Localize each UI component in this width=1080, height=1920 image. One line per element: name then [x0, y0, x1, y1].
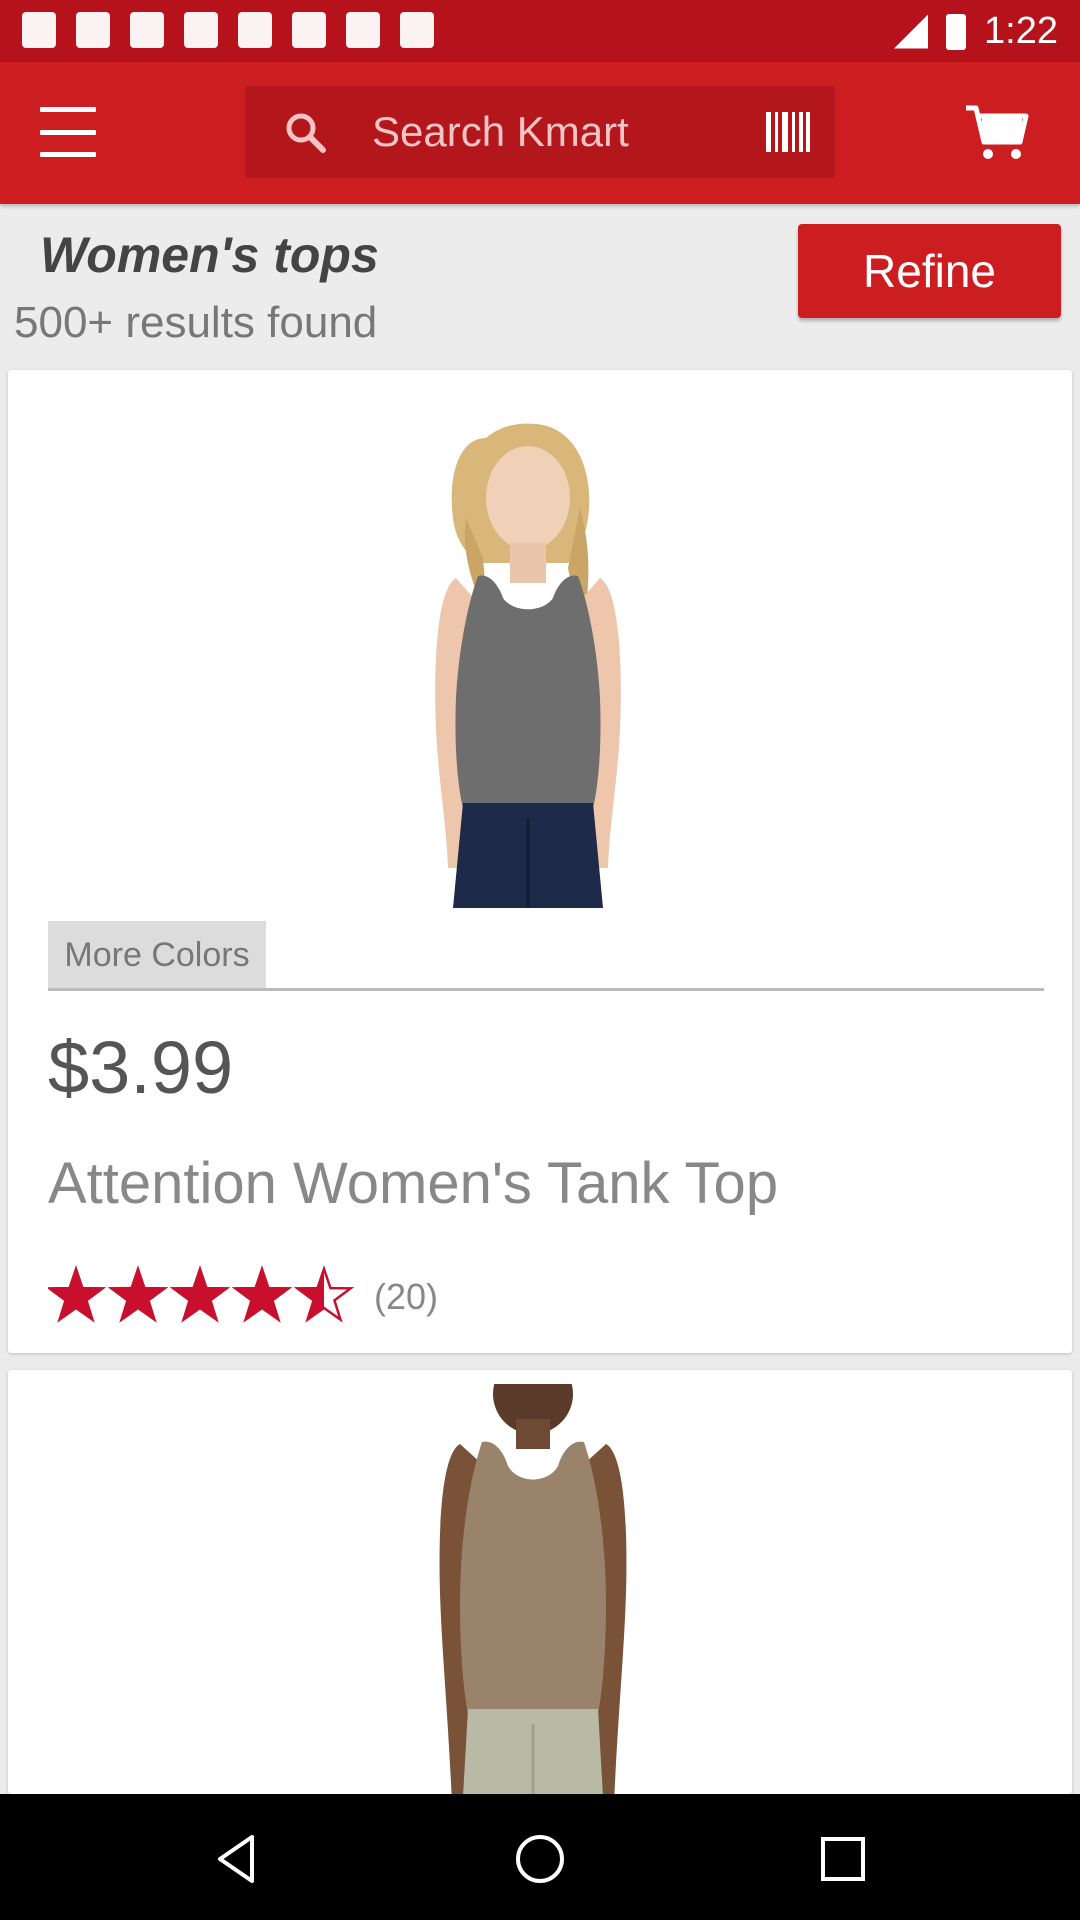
system-icons: 1:22 [894, 10, 1058, 53]
search-icon[interactable] [283, 110, 327, 154]
star-icon [107, 1265, 169, 1323]
product-price: $3.99 [48, 1026, 234, 1109]
product-image[interactable] [8, 1384, 1072, 1794]
cloud-icon [292, 12, 326, 48]
clock: 1:22 [984, 10, 1058, 52]
notification-icons [22, 12, 434, 48]
back-icon[interactable] [208, 1829, 268, 1889]
hamburger-menu-icon[interactable] [40, 107, 96, 157]
search-input[interactable] [372, 104, 672, 160]
results-header: Women's tops 500+ results found Refine [0, 204, 1080, 369]
product-image[interactable] [8, 398, 1072, 908]
mailbox-icon [346, 12, 380, 48]
satellite-icon [184, 12, 218, 48]
sim-icon [76, 12, 110, 48]
star-icon [48, 1265, 107, 1323]
product-card[interactable] [8, 1370, 1072, 1794]
lock-icon [238, 12, 272, 48]
battery-icon [946, 13, 967, 50]
star-icon [293, 1265, 355, 1323]
flipboard-icon [130, 12, 164, 48]
more-colors-button[interactable]: More Colors [48, 921, 266, 989]
star-icon [169, 1265, 231, 1323]
category-title: Women's tops [40, 227, 379, 283]
barcode-scan-icon[interactable] [766, 112, 810, 152]
star-icon [231, 1265, 293, 1323]
signal-icon [894, 14, 929, 49]
flipboard-icon [22, 12, 56, 48]
star-rating [48, 1265, 355, 1323]
home-icon[interactable] [510, 1829, 570, 1889]
shopping-cart-icon[interactable] [964, 102, 1030, 162]
recents-icon[interactable] [813, 1829, 873, 1889]
product-name[interactable]: Attention Women's Tank Top [48, 1150, 778, 1217]
navigation-bar [0, 1794, 1080, 1920]
review-count: (20) [374, 1276, 439, 1317]
product-card[interactable]: More Colors $3.99 Attention Women's Tank… [8, 370, 1072, 1353]
divider [48, 988, 1044, 991]
results-count: 500+ results found [14, 298, 378, 347]
search-bar[interactable] [245, 86, 835, 178]
product-rating: (20) [48, 1265, 438, 1329]
status-bar: 1:22 [0, 0, 1080, 62]
app-bar [0, 62, 1080, 204]
play-store-icon [400, 12, 434, 48]
refine-button[interactable]: Refine [798, 224, 1061, 318]
